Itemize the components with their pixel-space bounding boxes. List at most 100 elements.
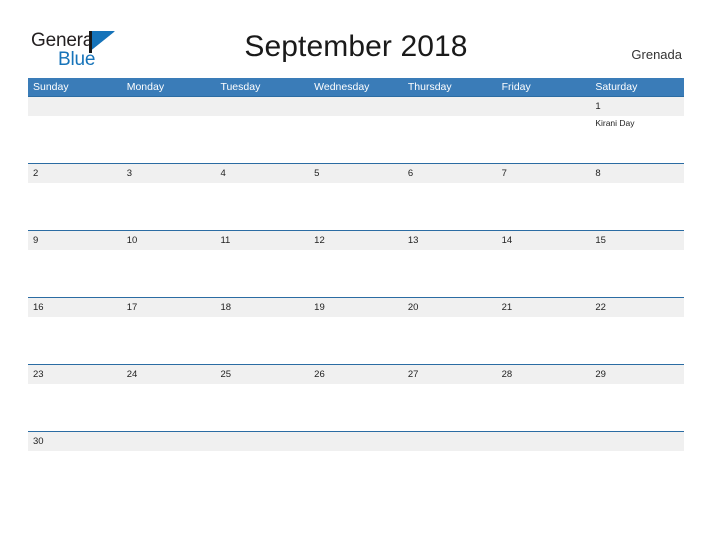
day-number (595, 432, 684, 451)
day-cell[interactable]: 26 (309, 365, 403, 430)
day-cell[interactable]: 24 (122, 365, 216, 430)
calendar-week-row: 1 Kirani Day (28, 96, 684, 163)
day-cell[interactable]: 28 (497, 365, 591, 430)
day-number (314, 432, 403, 451)
day-number: 13 (407, 235, 419, 246)
calendar-page: General Blue September 2018 Grenada Sund… (0, 0, 712, 550)
day-cell[interactable]: 2 (28, 164, 122, 229)
day-cell[interactable]: 6 (403, 164, 497, 229)
weekday-header-friday: Friday (501, 81, 531, 93)
day-cell[interactable] (215, 432, 309, 497)
day-cell[interactable] (403, 432, 497, 497)
day-number (408, 432, 497, 451)
day-number: 4 (220, 168, 226, 179)
day-number: 19 (314, 302, 325, 313)
day-cell[interactable]: 17 (122, 298, 216, 363)
day-cell[interactable]: 30 (28, 432, 122, 497)
day-cell[interactable] (497, 432, 591, 497)
weekday-header-row: Sunday Monday Tuesday Wednesday Thursday… (28, 78, 684, 96)
day-cell[interactable]: 4 (215, 164, 309, 229)
day-cell[interactable] (122, 97, 216, 162)
day-number: 25 (220, 369, 232, 380)
day-cell[interactable] (28, 97, 122, 162)
calendar-week-row: 30 (28, 431, 684, 498)
day-number: 5 (314, 168, 320, 179)
country-label: Grenada (631, 47, 682, 62)
calendar-week-row: 2 3 4 5 6 7 8 (28, 163, 684, 230)
day-number: 17 (126, 302, 138, 313)
day-cell[interactable]: 13 (403, 231, 497, 296)
calendar-week-row: 9 10 11 12 13 14 15 (28, 230, 684, 297)
day-number: 16 (33, 302, 44, 313)
day-number: 20 (407, 302, 419, 313)
day-number: 24 (126, 369, 138, 380)
day-cell[interactable]: 15 (590, 231, 684, 296)
day-number: 11 (220, 235, 231, 246)
day-number: 1 (595, 101, 601, 112)
weekday-header-wednesday: Wednesday (314, 81, 370, 93)
weekday-header-monday: Monday (126, 81, 165, 93)
calendar-week-row: 23 24 25 26 27 28 29 (28, 364, 684, 431)
day-number: 2 (33, 168, 39, 179)
day-cell[interactable]: 16 (28, 298, 122, 363)
day-number: 7 (501, 168, 507, 179)
day-number: 15 (595, 235, 606, 246)
day-cell[interactable]: 20 (403, 298, 497, 363)
day-number (502, 97, 591, 116)
day-event: Kirani Day (595, 118, 635, 128)
day-number: 12 (314, 235, 325, 246)
day-cell[interactable]: 25 (215, 365, 309, 430)
day-cell[interactable]: 19 (309, 298, 403, 363)
day-cell[interactable]: 14 (497, 231, 591, 296)
day-cell[interactable]: 1 Kirani Day (590, 97, 684, 162)
day-cell[interactable]: 5 (309, 164, 403, 229)
day-cell[interactable]: 29 (590, 365, 684, 430)
day-number: 28 (501, 369, 513, 380)
day-number: 23 (33, 369, 44, 380)
day-number (408, 97, 497, 116)
day-cell[interactable] (590, 432, 684, 497)
page-header: General Blue September 2018 Grenada (0, 0, 712, 78)
day-number: 14 (501, 235, 513, 246)
day-number: 30 (33, 436, 44, 447)
calendar-week-row: 16 17 18 19 20 21 22 (28, 297, 684, 364)
day-number (127, 97, 216, 116)
day-number: 27 (407, 369, 419, 380)
day-cell[interactable]: 7 (497, 164, 591, 229)
day-cell[interactable]: 27 (403, 365, 497, 430)
day-number: 18 (220, 302, 232, 313)
day-cell[interactable] (309, 97, 403, 162)
day-number: 22 (595, 302, 606, 313)
day-number: 26 (314, 369, 325, 380)
day-cell[interactable] (309, 432, 403, 497)
day-number: 6 (407, 168, 414, 179)
day-cell[interactable]: 9 (28, 231, 122, 296)
page-title: September 2018 (244, 30, 468, 63)
day-cell[interactable] (497, 97, 591, 162)
weekday-header-saturday: Saturday (595, 81, 638, 93)
day-number: 29 (595, 369, 606, 380)
day-cell[interactable] (122, 432, 216, 497)
day-cell[interactable]: 21 (497, 298, 591, 363)
day-number: 21 (501, 302, 513, 313)
day-number (220, 97, 309, 116)
day-cell[interactable]: 18 (215, 298, 309, 363)
day-cell[interactable]: 23 (28, 365, 122, 430)
day-number (33, 97, 122, 116)
day-cell[interactable]: 8 (590, 164, 684, 229)
day-number (220, 432, 309, 451)
day-number: 10 (126, 235, 138, 246)
day-cell[interactable] (215, 97, 309, 162)
day-number: 3 (126, 168, 133, 179)
day-cell[interactable]: 12 (309, 231, 403, 296)
day-number: 8 (595, 168, 601, 179)
weekday-header-sunday: Sunday (33, 81, 69, 93)
calendar-grid: Sunday Monday Tuesday Wednesday Thursday… (28, 78, 684, 498)
day-number (127, 432, 216, 451)
day-cell[interactable] (403, 97, 497, 162)
day-cell[interactable]: 22 (590, 298, 684, 363)
day-cell[interactable]: 11 (215, 231, 309, 296)
day-cell[interactable]: 10 (122, 231, 216, 296)
day-number: 9 (33, 235, 39, 246)
day-cell[interactable]: 3 (122, 164, 216, 229)
